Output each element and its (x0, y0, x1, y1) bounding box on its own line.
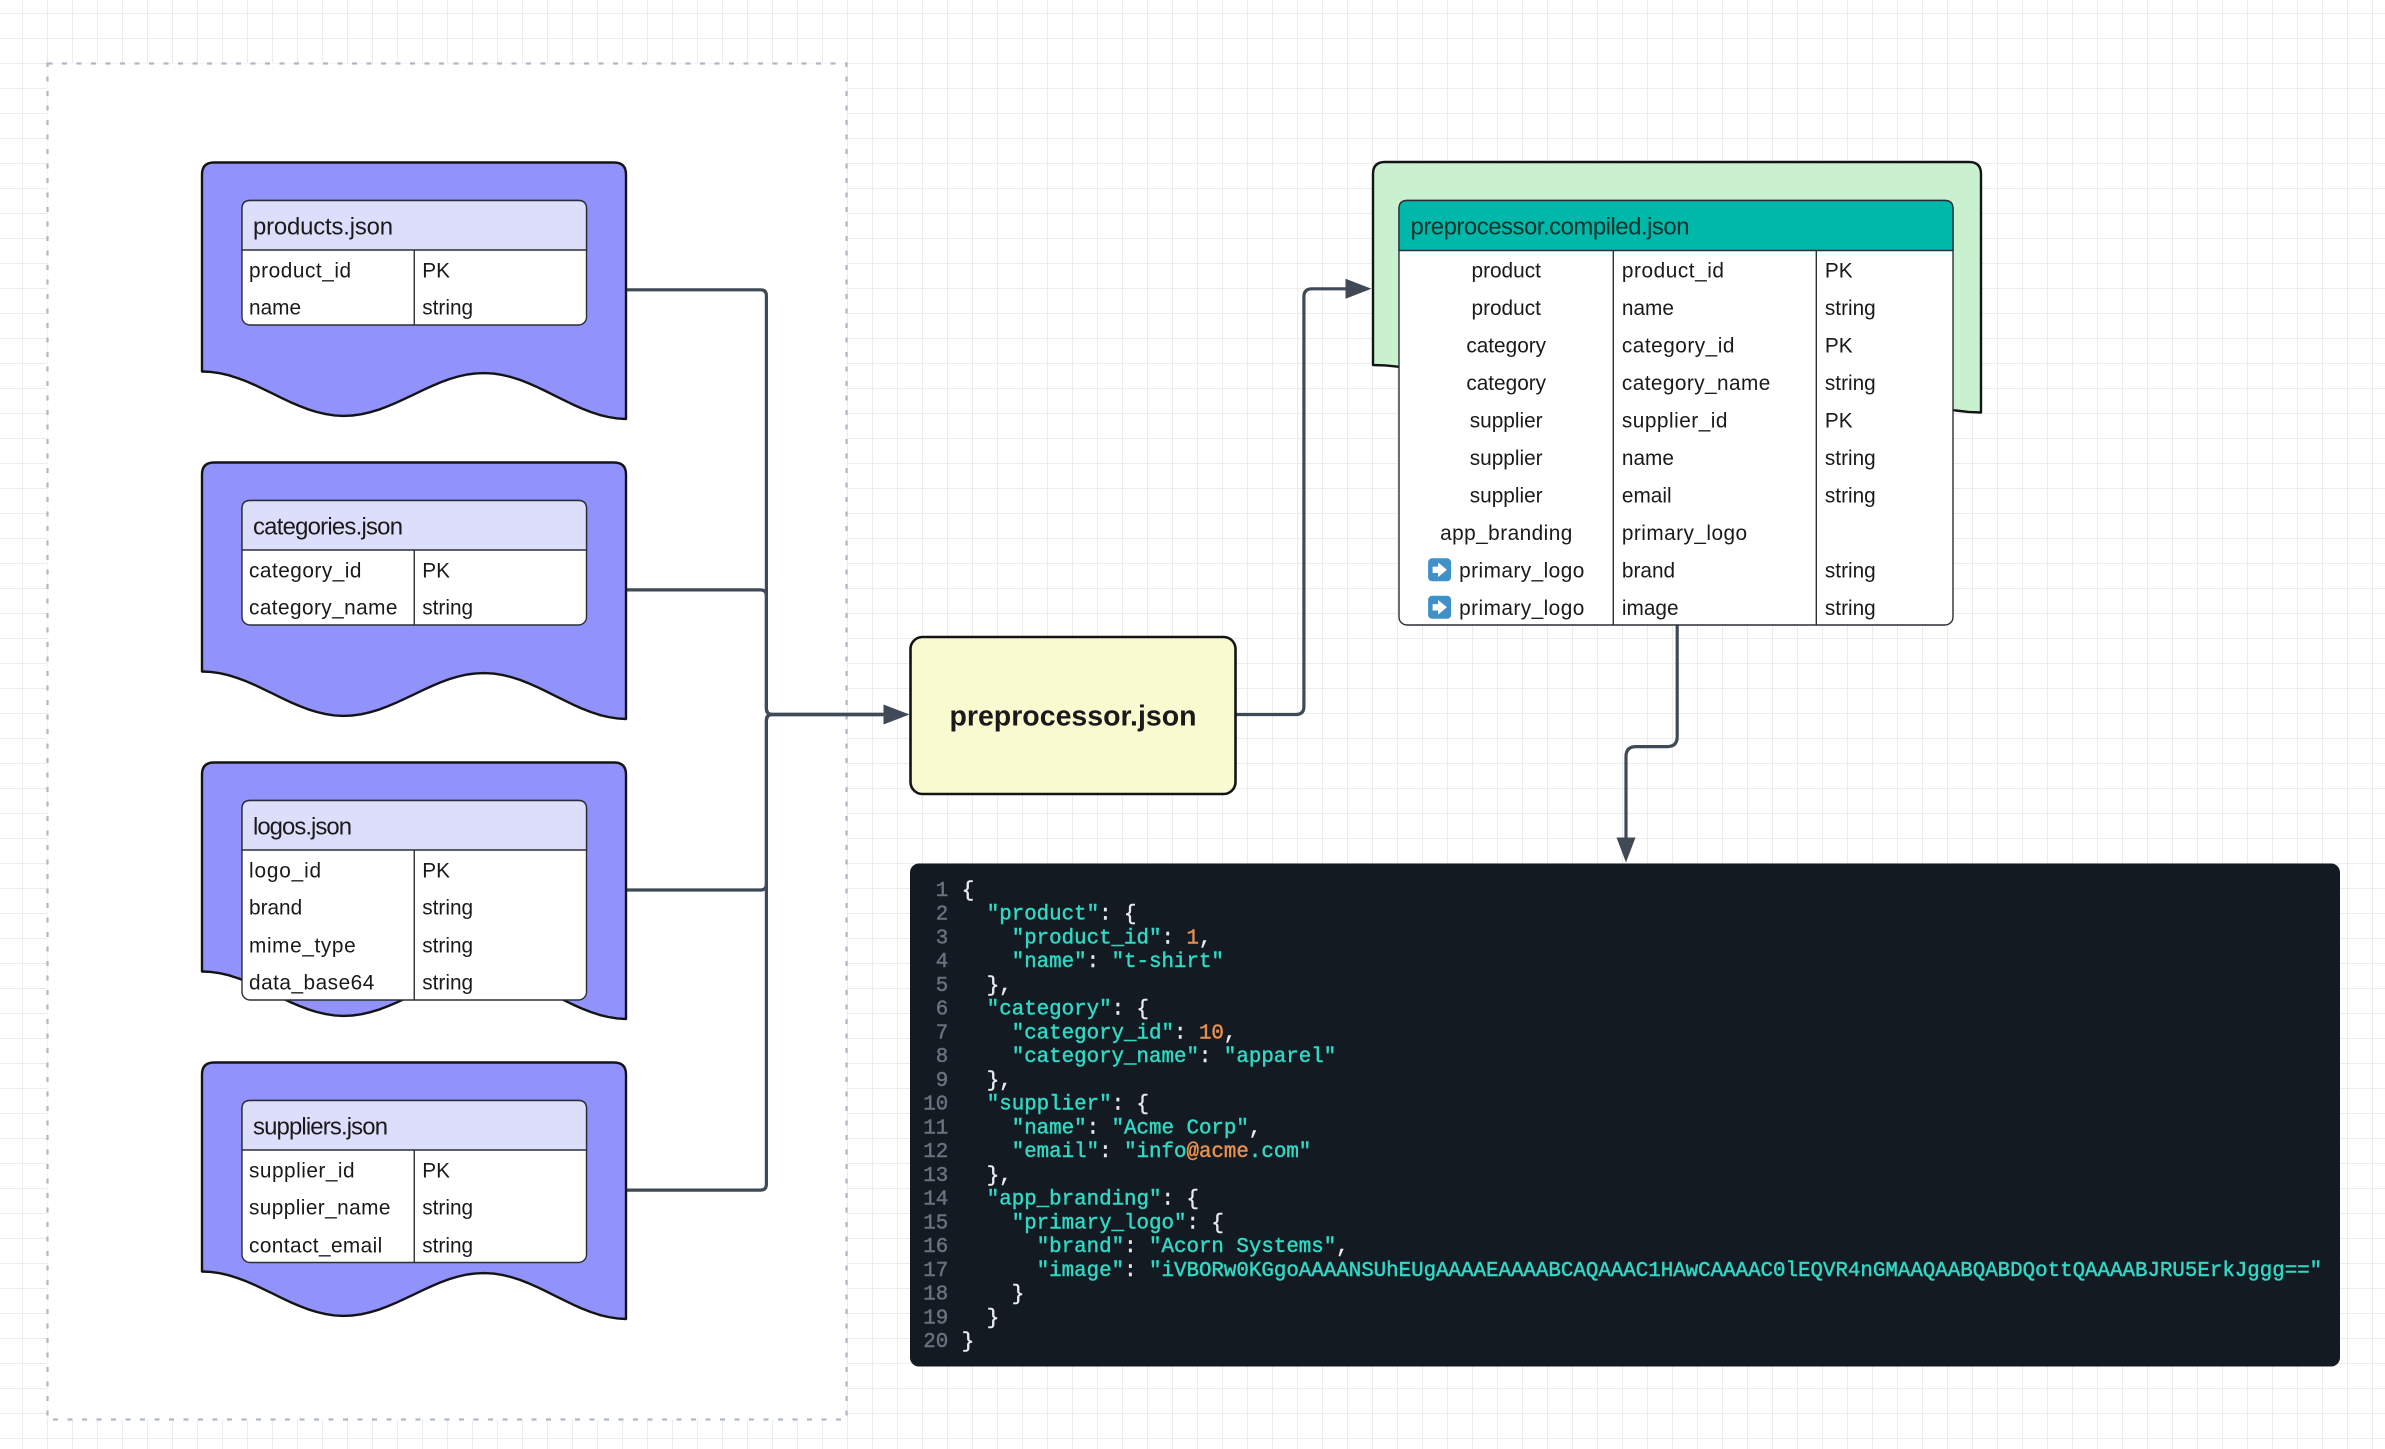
svg-text:3: 3 (936, 927, 948, 950)
svg-text:15: 15 (923, 1212, 948, 1235)
svg-text:10: 10 (923, 1094, 948, 1117)
svg-text:17: 17 (923, 1260, 948, 1283)
svg-text:"category_name": "apparel": "category_name": "apparel" (962, 1046, 1336, 1069)
svg-text:string: string (422, 972, 473, 995)
svg-text:16: 16 (923, 1236, 948, 1259)
svg-text:product_id: product_id (1622, 260, 1724, 283)
svg-text:product: product (1472, 260, 1542, 283)
svg-text:string: string (1825, 559, 1876, 582)
svg-text:12: 12 (923, 1141, 948, 1164)
svg-text:string: string (422, 897, 473, 920)
svg-text:email: email (1622, 484, 1672, 507)
svg-text:categories.json: categories.json (253, 513, 403, 540)
svg-text:11: 11 (923, 1117, 948, 1140)
svg-text:1: 1 (936, 880, 948, 903)
svg-text:image: image (1622, 597, 1679, 620)
svg-text:6: 6 (936, 999, 948, 1022)
svg-text:"email": "info@acme.com": "email": "info@acme.com" (962, 1141, 1311, 1164)
svg-text:"product": {: "product": { (962, 904, 1137, 927)
svg-text:contact_email: contact_email (249, 1234, 382, 1257)
svg-text:"supplier": {: "supplier": { (962, 1094, 1149, 1117)
svg-text:preprocessor.json: preprocessor.json (949, 701, 1196, 733)
svg-text:},: }, (962, 1165, 1012, 1188)
svg-text:20: 20 (923, 1331, 948, 1354)
svg-text:"product_id": 1,: "product_id": 1, (962, 927, 1212, 950)
svg-text:supplier: supplier (1470, 484, 1543, 507)
svg-text:"image": "iVBORw0KGgoAAAANSUhE: "image": "iVBORw0KGgoAAAANSUhEUgAAAAEAAA… (962, 1260, 2322, 1283)
svg-text:name: name (249, 297, 301, 320)
svg-text:logos.json: logos.json (253, 813, 352, 840)
svg-text:product_id: product_id (249, 259, 351, 282)
svg-text:brand: brand (1622, 559, 1675, 582)
svg-text:category: category (1466, 335, 1546, 358)
svg-text:category_id: category_id (1622, 335, 1735, 358)
svg-text:products.json: products.json (253, 213, 393, 240)
svg-text:PK: PK (1825, 260, 1853, 283)
svg-text:4: 4 (936, 951, 948, 974)
svg-text:logo_id: logo_id (249, 859, 321, 882)
svg-text:string: string (422, 1197, 473, 1220)
svg-text:"brand": "Acorn Systems",: "brand": "Acorn Systems", (962, 1236, 1349, 1259)
svg-text:supplier_id: supplier_id (1622, 410, 1728, 433)
svg-text:product: product (1472, 297, 1542, 320)
svg-text:}: } (962, 1307, 999, 1330)
svg-text:"name": "t-shirt": "name": "t-shirt" (962, 951, 1224, 974)
svg-text:data_base64: data_base64 (249, 972, 374, 995)
svg-text:PK: PK (422, 1159, 450, 1182)
svg-text:string: string (1825, 447, 1876, 470)
svg-text:string: string (422, 597, 473, 620)
svg-text:5: 5 (936, 975, 948, 998)
svg-text:PK: PK (422, 859, 450, 882)
svg-text:primary_logo: primary_logo (1622, 522, 1747, 545)
svg-text:string: string (1825, 372, 1876, 395)
svg-text:19: 19 (923, 1307, 948, 1330)
svg-text:suppliers.json: suppliers.json (253, 1113, 388, 1140)
svg-text:18: 18 (923, 1284, 948, 1307)
svg-text:},: }, (962, 975, 1012, 998)
svg-text:13: 13 (923, 1165, 948, 1188)
svg-text:string: string (1825, 484, 1876, 507)
svg-text:"app_branding": {: "app_branding": { (962, 1189, 1199, 1212)
svg-text:"category_id": 10,: "category_id": 10, (962, 1022, 1237, 1045)
svg-text:primary_logo: primary_logo (1459, 559, 1584, 582)
svg-text:name: name (1622, 297, 1674, 320)
svg-text:category_name: category_name (1622, 372, 1770, 395)
svg-text:primary_logo: primary_logo (1459, 597, 1584, 620)
svg-text:string: string (1825, 297, 1876, 320)
svg-text:category_id: category_id (249, 559, 362, 582)
svg-text:category_name: category_name (249, 597, 397, 620)
svg-text:}: } (962, 1331, 974, 1354)
svg-text:}: } (962, 1284, 1024, 1307)
svg-text:preprocessor.compiled.json: preprocessor.compiled.json (1411, 214, 1690, 241)
svg-text:7: 7 (936, 1022, 948, 1045)
svg-text:mime_type: mime_type (249, 934, 356, 957)
svg-text:PK: PK (1825, 410, 1853, 433)
svg-text:supplier: supplier (1470, 410, 1543, 433)
svg-text:14: 14 (923, 1189, 948, 1212)
svg-text:brand: brand (249, 897, 302, 920)
svg-text:string: string (422, 1234, 473, 1257)
svg-text:name: name (1622, 447, 1674, 470)
svg-text:PK: PK (422, 559, 450, 582)
svg-text:{: { (962, 880, 974, 903)
svg-text:},: }, (962, 1070, 1012, 1093)
svg-text:2: 2 (936, 904, 948, 927)
svg-text:app_branding: app_branding (1440, 522, 1572, 545)
svg-text:"primary_logo": {: "primary_logo": { (962, 1212, 1224, 1235)
svg-text:string: string (422, 934, 473, 957)
svg-text:PK: PK (1825, 335, 1853, 358)
svg-text:string: string (1825, 597, 1876, 620)
svg-text:9: 9 (936, 1070, 948, 1093)
svg-text:string: string (422, 297, 473, 320)
svg-text:supplier_name: supplier_name (249, 1197, 390, 1220)
svg-text:supplier: supplier (1470, 447, 1543, 470)
svg-text:"name": "Acme Corp",: "name": "Acme Corp", (962, 1117, 1262, 1140)
svg-text:PK: PK (422, 259, 450, 282)
svg-text:category: category (1466, 372, 1546, 395)
svg-text:8: 8 (936, 1046, 948, 1069)
svg-text:"category": {: "category": { (962, 999, 1149, 1022)
svg-text:supplier_id: supplier_id (249, 1159, 355, 1182)
